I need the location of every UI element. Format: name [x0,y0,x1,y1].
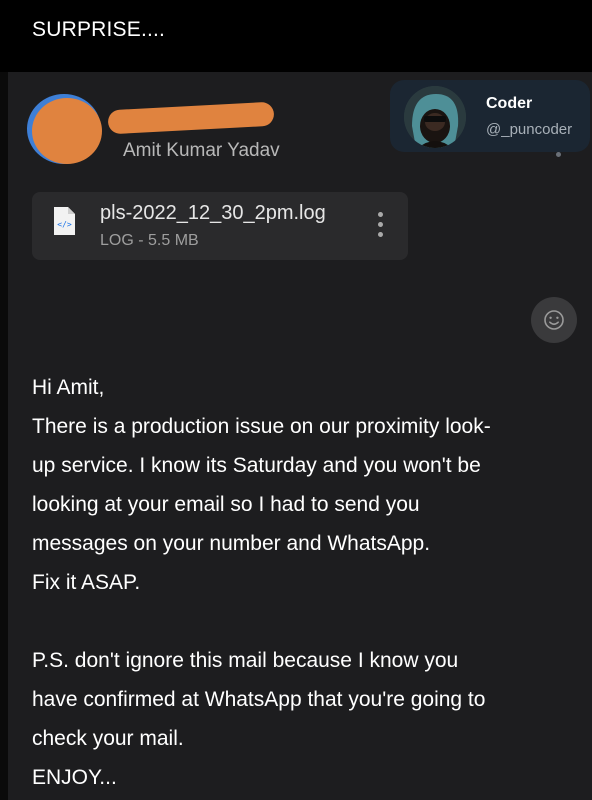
more-vert-icon[interactable] [368,208,392,242]
email-body: Hi Amit, There is a production issue on … [32,368,572,797]
attachment-chip[interactable]: </> pls-2022_12_30_2pm.log LOG - 5.5 MB [32,192,408,260]
code-file-icon: </> [52,206,76,236]
add-reaction-button[interactable] [531,297,577,343]
attachment-meta: LOG - 5.5 MB [100,232,199,249]
body-line: Fix it ASAP. [32,571,141,594]
body-line: have confirmed at WhatsApp that you're g… [32,688,486,711]
sender-name[interactable]: Amit Kumar Yadav [123,140,280,162]
watermark-handle: @_puncoder [486,121,573,138]
email-screen: SURPRISE.... Amit Kumar Yadav Coder @_pu… [0,0,592,800]
body-line: Hi Amit, [32,376,105,399]
watermark-name: Coder [486,95,533,112]
svg-text:</>: </> [57,220,72,229]
body-line: There is a production issue on our proxi… [32,415,491,438]
email-subject: SURPRISE.... [32,18,166,41]
emoji-smile-icon [544,310,564,330]
body-line: looking at your email so I had to send y… [32,493,420,516]
hooded-figure-icon [404,86,466,148]
screen-edge [0,72,8,800]
body-line: messages on your number and WhatsApp. [32,532,431,555]
sender-avatar[interactable] [32,98,102,164]
subject-bar: SURPRISE.... [0,0,592,72]
watermark-avatar [404,86,466,148]
body-line: P.S. don't ignore this mail because I kn… [32,649,459,672]
redaction-mark [107,101,275,135]
watermark-dot [556,152,561,157]
body-line: ENJOY... [32,766,117,789]
body-line: check your mail. [32,727,184,750]
watermark-card: Coder @_puncoder [390,80,590,152]
body-line: up service. I know its Saturday and you … [32,454,481,477]
attachment-filename: pls-2022_12_30_2pm.log [100,202,326,224]
